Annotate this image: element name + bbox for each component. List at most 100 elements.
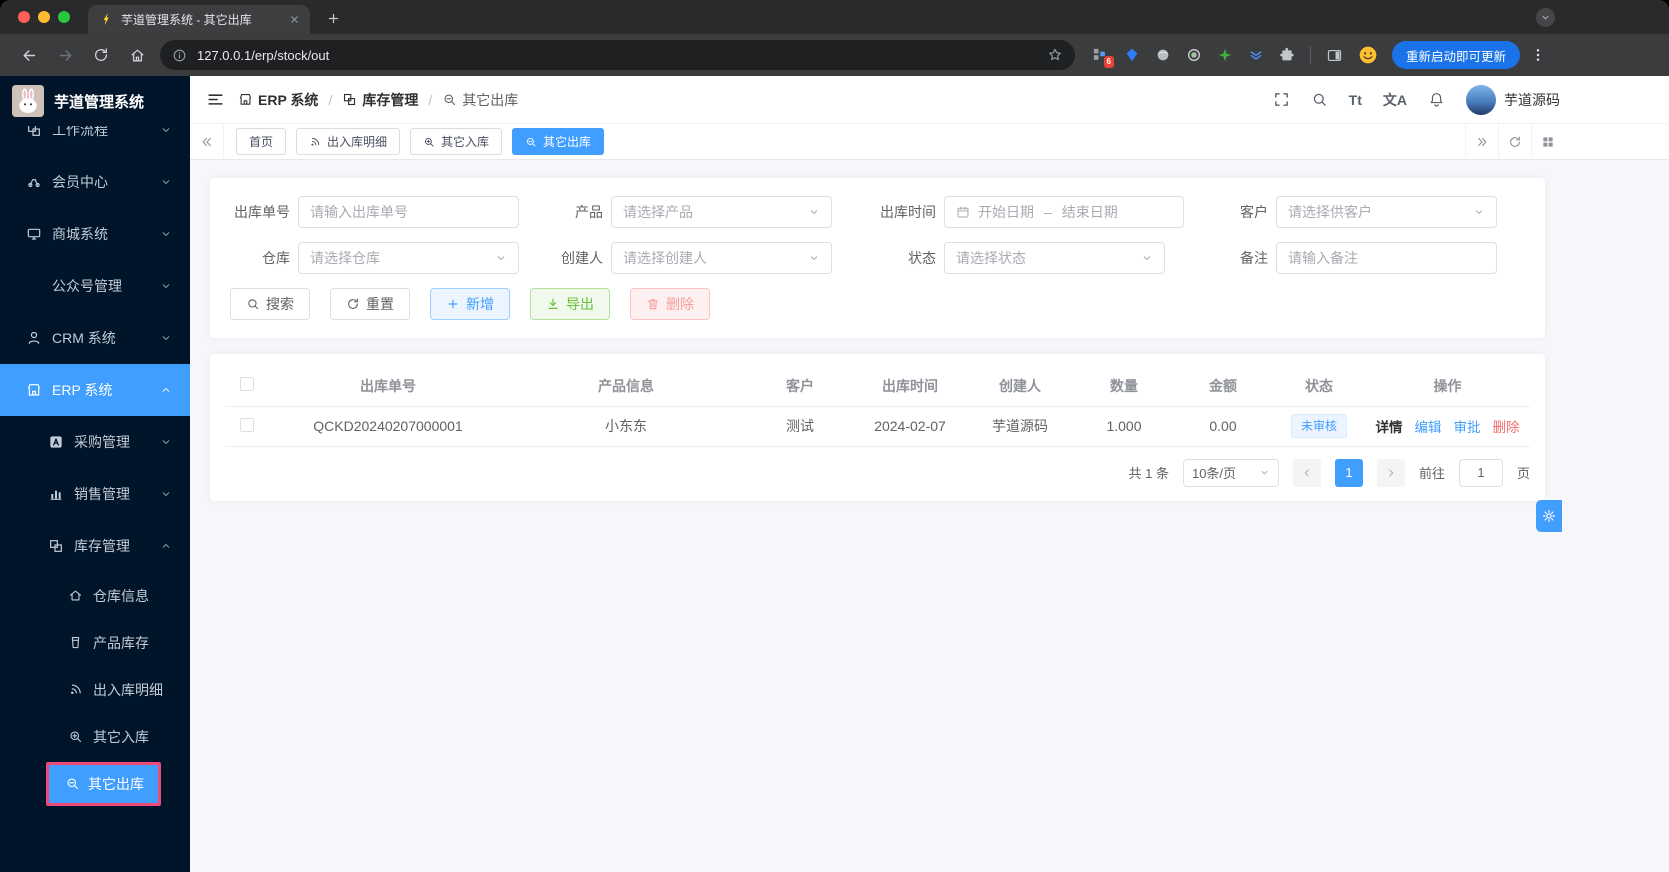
browser-update-button[interactable]: 重新启动即可更新 [1392, 41, 1521, 69]
sidebar-item-member-center[interactable]: 会员中心 [0, 156, 190, 208]
extension-tabs-icon[interactable]: 6 [1091, 46, 1114, 68]
search-icon[interactable] [1311, 91, 1328, 108]
page-tabs: 首页 出入库明细 其它入库 其它出库 [236, 128, 605, 155]
minimize-window-button[interactable] [38, 11, 50, 23]
cell-customer: 测试 [745, 406, 855, 447]
row-checkbox[interactable] [240, 417, 254, 432]
topbar-tools: Tt 文A 芋道源码 [1273, 84, 1560, 115]
stock-out-highlight-box[interactable]: 其它出库 [46, 761, 161, 806]
browser-tab[interactable]: 芋道管理系统 - 其它出库 [88, 5, 310, 34]
sidebar-item-warehouse-info[interactable]: 仓库信息 [0, 572, 190, 619]
scroll-tabs-left-icon[interactable] [190, 123, 224, 160]
tab-stock-record[interactable]: 出入库明细 [296, 128, 401, 155]
fullscreen-icon[interactable] [1273, 91, 1290, 108]
profile-avatar[interactable] [1358, 45, 1378, 65]
new-tab-button[interactable] [322, 7, 344, 29]
settings-gear-button[interactable] [1536, 500, 1562, 532]
extension-ball-icon[interactable] [1155, 47, 1171, 63]
sidebar-item-stock-out[interactable]: 其它出库 [0, 760, 190, 807]
cell-out-time: 2024-02-07 [855, 406, 965, 447]
sidebar-item-purchase-mgmt[interactable]: 采购管理 [0, 416, 190, 468]
tab-home[interactable]: 首页 [236, 128, 287, 155]
creator-select[interactable]: 请选择创建人 [611, 242, 832, 274]
url-text[interactable]: 127.0.0.1/erp/stock/out [197, 48, 1037, 63]
order-no-input[interactable] [298, 196, 519, 228]
filter-row-1: 出库单号 产品 请选择产品 [220, 196, 1525, 228]
zoom-out-icon [65, 776, 80, 791]
goto-page-input[interactable] [1458, 458, 1503, 487]
user-menu[interactable]: 芋道源码 [1466, 84, 1560, 115]
select-all-checkbox[interactable] [240, 377, 254, 392]
breadcrumb-stock-mgmt[interactable]: 库存管理 [342, 90, 418, 110]
export-button[interactable]: 导出 [530, 288, 610, 320]
sidebar-item-stock-mgmt[interactable]: 库存管理 [0, 520, 190, 572]
home-button[interactable] [124, 42, 150, 68]
extension-ring-icon[interactable] [1186, 47, 1202, 63]
sidebar-item-crm-system[interactable]: CRM 系统 [0, 312, 190, 364]
collapse-sidebar-icon[interactable] [200, 85, 230, 115]
tab-stock-in[interactable]: 其它入库 [410, 128, 503, 155]
filter-remark: 备注 [1208, 242, 1497, 274]
warehouse-select[interactable]: 请选择仓库 [298, 242, 519, 274]
user-icon [26, 330, 42, 346]
scroll-tabs-right-icon[interactable] [1465, 123, 1498, 160]
zoom-window-button[interactable] [58, 11, 70, 23]
tab-search-button[interactable] [1536, 8, 1555, 27]
breadcrumb: ERP 系统 / 库存管理 / 其它出库 [238, 90, 518, 110]
search-button[interactable]: 搜索 [230, 288, 310, 320]
back-button[interactable] [16, 42, 42, 68]
side-panel-icon[interactable] [1326, 47, 1343, 64]
page-size-select[interactable]: 10条/页 [1182, 458, 1279, 487]
status-select[interactable]: 请选择状态 [944, 242, 1165, 274]
remark-input[interactable] [1276, 242, 1497, 274]
address-bar[interactable]: 127.0.0.1/erp/stock/out [160, 40, 1075, 70]
tab-stock-out[interactable]: 其它出库 [512, 128, 605, 155]
product-select[interactable]: 请选择产品 [611, 196, 832, 228]
sidebar-item-mall-system[interactable]: 商城系统 [0, 208, 190, 260]
notification-bell-icon[interactable] [1428, 91, 1445, 108]
close-tab-icon[interactable] [289, 14, 300, 25]
extension-star-icon[interactable] [1217, 47, 1233, 63]
customer-select[interactable]: 请选择供客户 [1276, 196, 1497, 228]
sidebar-item-mp-admin[interactable]: 公众号管理 [0, 260, 190, 312]
next-page-button[interactable] [1376, 458, 1405, 487]
sidebar-item-stock-in[interactable]: 其它入库 [0, 713, 190, 760]
close-window-button[interactable] [18, 11, 30, 23]
out-time-daterange[interactable]: 开始日期 – 结束日期 [944, 196, 1184, 228]
extensions-puzzle-icon[interactable] [1279, 47, 1295, 63]
sidebar-item-erp-system[interactable]: ERP 系统 [0, 364, 190, 416]
extension-diamond-icon[interactable] [1124, 47, 1140, 63]
bookmark-star-icon[interactable] [1047, 47, 1063, 63]
extension-badge: 6 [1103, 56, 1114, 68]
refresh-page-icon[interactable] [1498, 123, 1531, 160]
edit-action[interactable]: 编辑 [1415, 416, 1442, 436]
browser-menu-icon[interactable] [1528, 44, 1548, 66]
filter-card: 出库单号 产品 请选择产品 [210, 178, 1545, 338]
breadcrumb-erp[interactable]: ERP 系统 [238, 90, 318, 110]
detail-action[interactable]: 详情 [1376, 416, 1403, 436]
chevron-down-icon [160, 176, 172, 188]
delete-action[interactable]: 删除 [1493, 416, 1520, 436]
approve-action[interactable]: 审批 [1454, 416, 1481, 436]
sidebar-item-stock-record[interactable]: 出入库明细 [0, 666, 190, 713]
prev-page-button[interactable] [1292, 458, 1321, 487]
reload-button[interactable] [88, 42, 114, 68]
chevron-down-icon [160, 332, 172, 344]
delete-button[interactable]: 删除 [630, 288, 710, 320]
chevron-down-icon [1473, 206, 1485, 218]
font-size-icon[interactable]: Tt [1349, 92, 1362, 108]
forward-button[interactable] [52, 42, 78, 68]
sidebar-item-sales-mgmt[interactable]: 销售管理 [0, 468, 190, 520]
page-unit-label: 页 [1516, 466, 1530, 481]
add-button[interactable]: 新增 [430, 288, 510, 320]
language-icon[interactable]: 文A [1383, 90, 1407, 110]
site-info-icon[interactable] [172, 48, 187, 63]
stock-icon [342, 92, 357, 107]
browser-tab-title: 芋道管理系统 - 其它出库 [121, 13, 252, 27]
app-logo[interactable]: 芋道管理系统 [0, 76, 190, 126]
page-1-button[interactable]: 1 [1334, 458, 1363, 487]
extension-wave-icon[interactable] [1248, 47, 1264, 63]
layout-grid-icon[interactable] [1531, 123, 1564, 160]
sidebar-item-product-stock[interactable]: 产品库存 [0, 619, 190, 666]
reset-button[interactable]: 重置 [330, 288, 410, 320]
